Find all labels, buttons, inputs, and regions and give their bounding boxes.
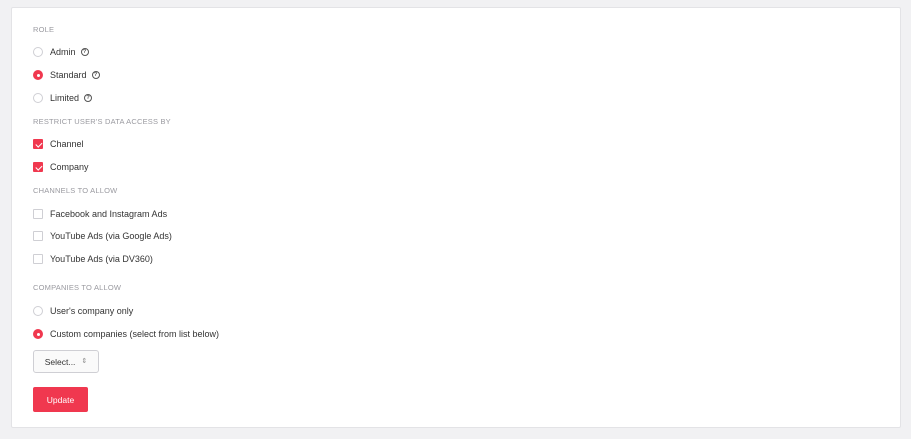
standard-radio[interactable] bbox=[33, 70, 43, 80]
youtube-google-label: YouTube Ads (via Google Ads) bbox=[50, 231, 172, 241]
restrict-option-channel[interactable]: Channel bbox=[33, 137, 84, 151]
update-button[interactable]: Update bbox=[33, 387, 88, 412]
company-option-own[interactable]: User's company only bbox=[33, 304, 133, 318]
standard-label: Standard bbox=[50, 70, 87, 80]
youtube-dv360-label: YouTube Ads (via DV360) bbox=[50, 254, 153, 264]
admin-radio[interactable] bbox=[33, 47, 43, 57]
question-circle-icon[interactable]: ? bbox=[80, 48, 89, 56]
youtube-dv360-checkbox[interactable] bbox=[33, 254, 43, 264]
channel-checkbox[interactable] bbox=[33, 139, 43, 149]
role-option-limited[interactable]: Limited ? bbox=[33, 91, 93, 105]
company-option-custom[interactable]: Custom companies (select from list below… bbox=[33, 327, 219, 341]
company-checkbox[interactable] bbox=[33, 162, 43, 172]
role-option-admin[interactable]: Admin ? bbox=[33, 45, 89, 59]
restrict-section-label: RESTRICT USER'S DATA ACCESS BY bbox=[33, 117, 171, 126]
question-circle-icon[interactable]: ? bbox=[84, 94, 93, 102]
limited-radio[interactable] bbox=[33, 93, 43, 103]
channel-option-youtube-dv360[interactable]: YouTube Ads (via DV360) bbox=[33, 252, 153, 266]
question-circle-icon[interactable]: ? bbox=[91, 71, 100, 79]
channels-section-label: CHANNELS TO ALLOW bbox=[33, 186, 118, 195]
chevron-up-down-icon: ⇕ bbox=[81, 358, 88, 365]
user-permissions-card: ROLE Admin ? Standard ? Limited ? RESTRI… bbox=[11, 7, 901, 428]
channel-option-youtube-google[interactable]: YouTube Ads (via Google Ads) bbox=[33, 229, 172, 243]
youtube-google-checkbox[interactable] bbox=[33, 231, 43, 241]
role-option-standard[interactable]: Standard ? bbox=[33, 68, 100, 82]
companies-section-label: COMPANIES TO ALLOW bbox=[33, 283, 122, 292]
channel-label: Channel bbox=[50, 139, 84, 149]
own-company-radio[interactable] bbox=[33, 306, 43, 316]
facebook-label: Facebook and Instagram Ads bbox=[50, 209, 168, 219]
limited-label: Limited bbox=[50, 93, 80, 103]
restrict-option-company[interactable]: Company bbox=[33, 160, 89, 174]
select-value: Select... bbox=[44, 356, 76, 367]
facebook-checkbox[interactable] bbox=[33, 209, 43, 219]
company-label: Company bbox=[50, 162, 89, 172]
channel-option-facebook[interactable]: Facebook and Instagram Ads bbox=[33, 207, 167, 221]
custom-companies-radio[interactable] bbox=[33, 329, 43, 339]
own-company-label: User's company only bbox=[50, 306, 134, 316]
role-section-label: ROLE bbox=[33, 25, 55, 34]
companies-select[interactable]: Select... ⇕ bbox=[33, 350, 99, 373]
admin-label: Admin bbox=[50, 47, 76, 57]
custom-companies-label: Custom companies (select from list below… bbox=[50, 329, 220, 339]
